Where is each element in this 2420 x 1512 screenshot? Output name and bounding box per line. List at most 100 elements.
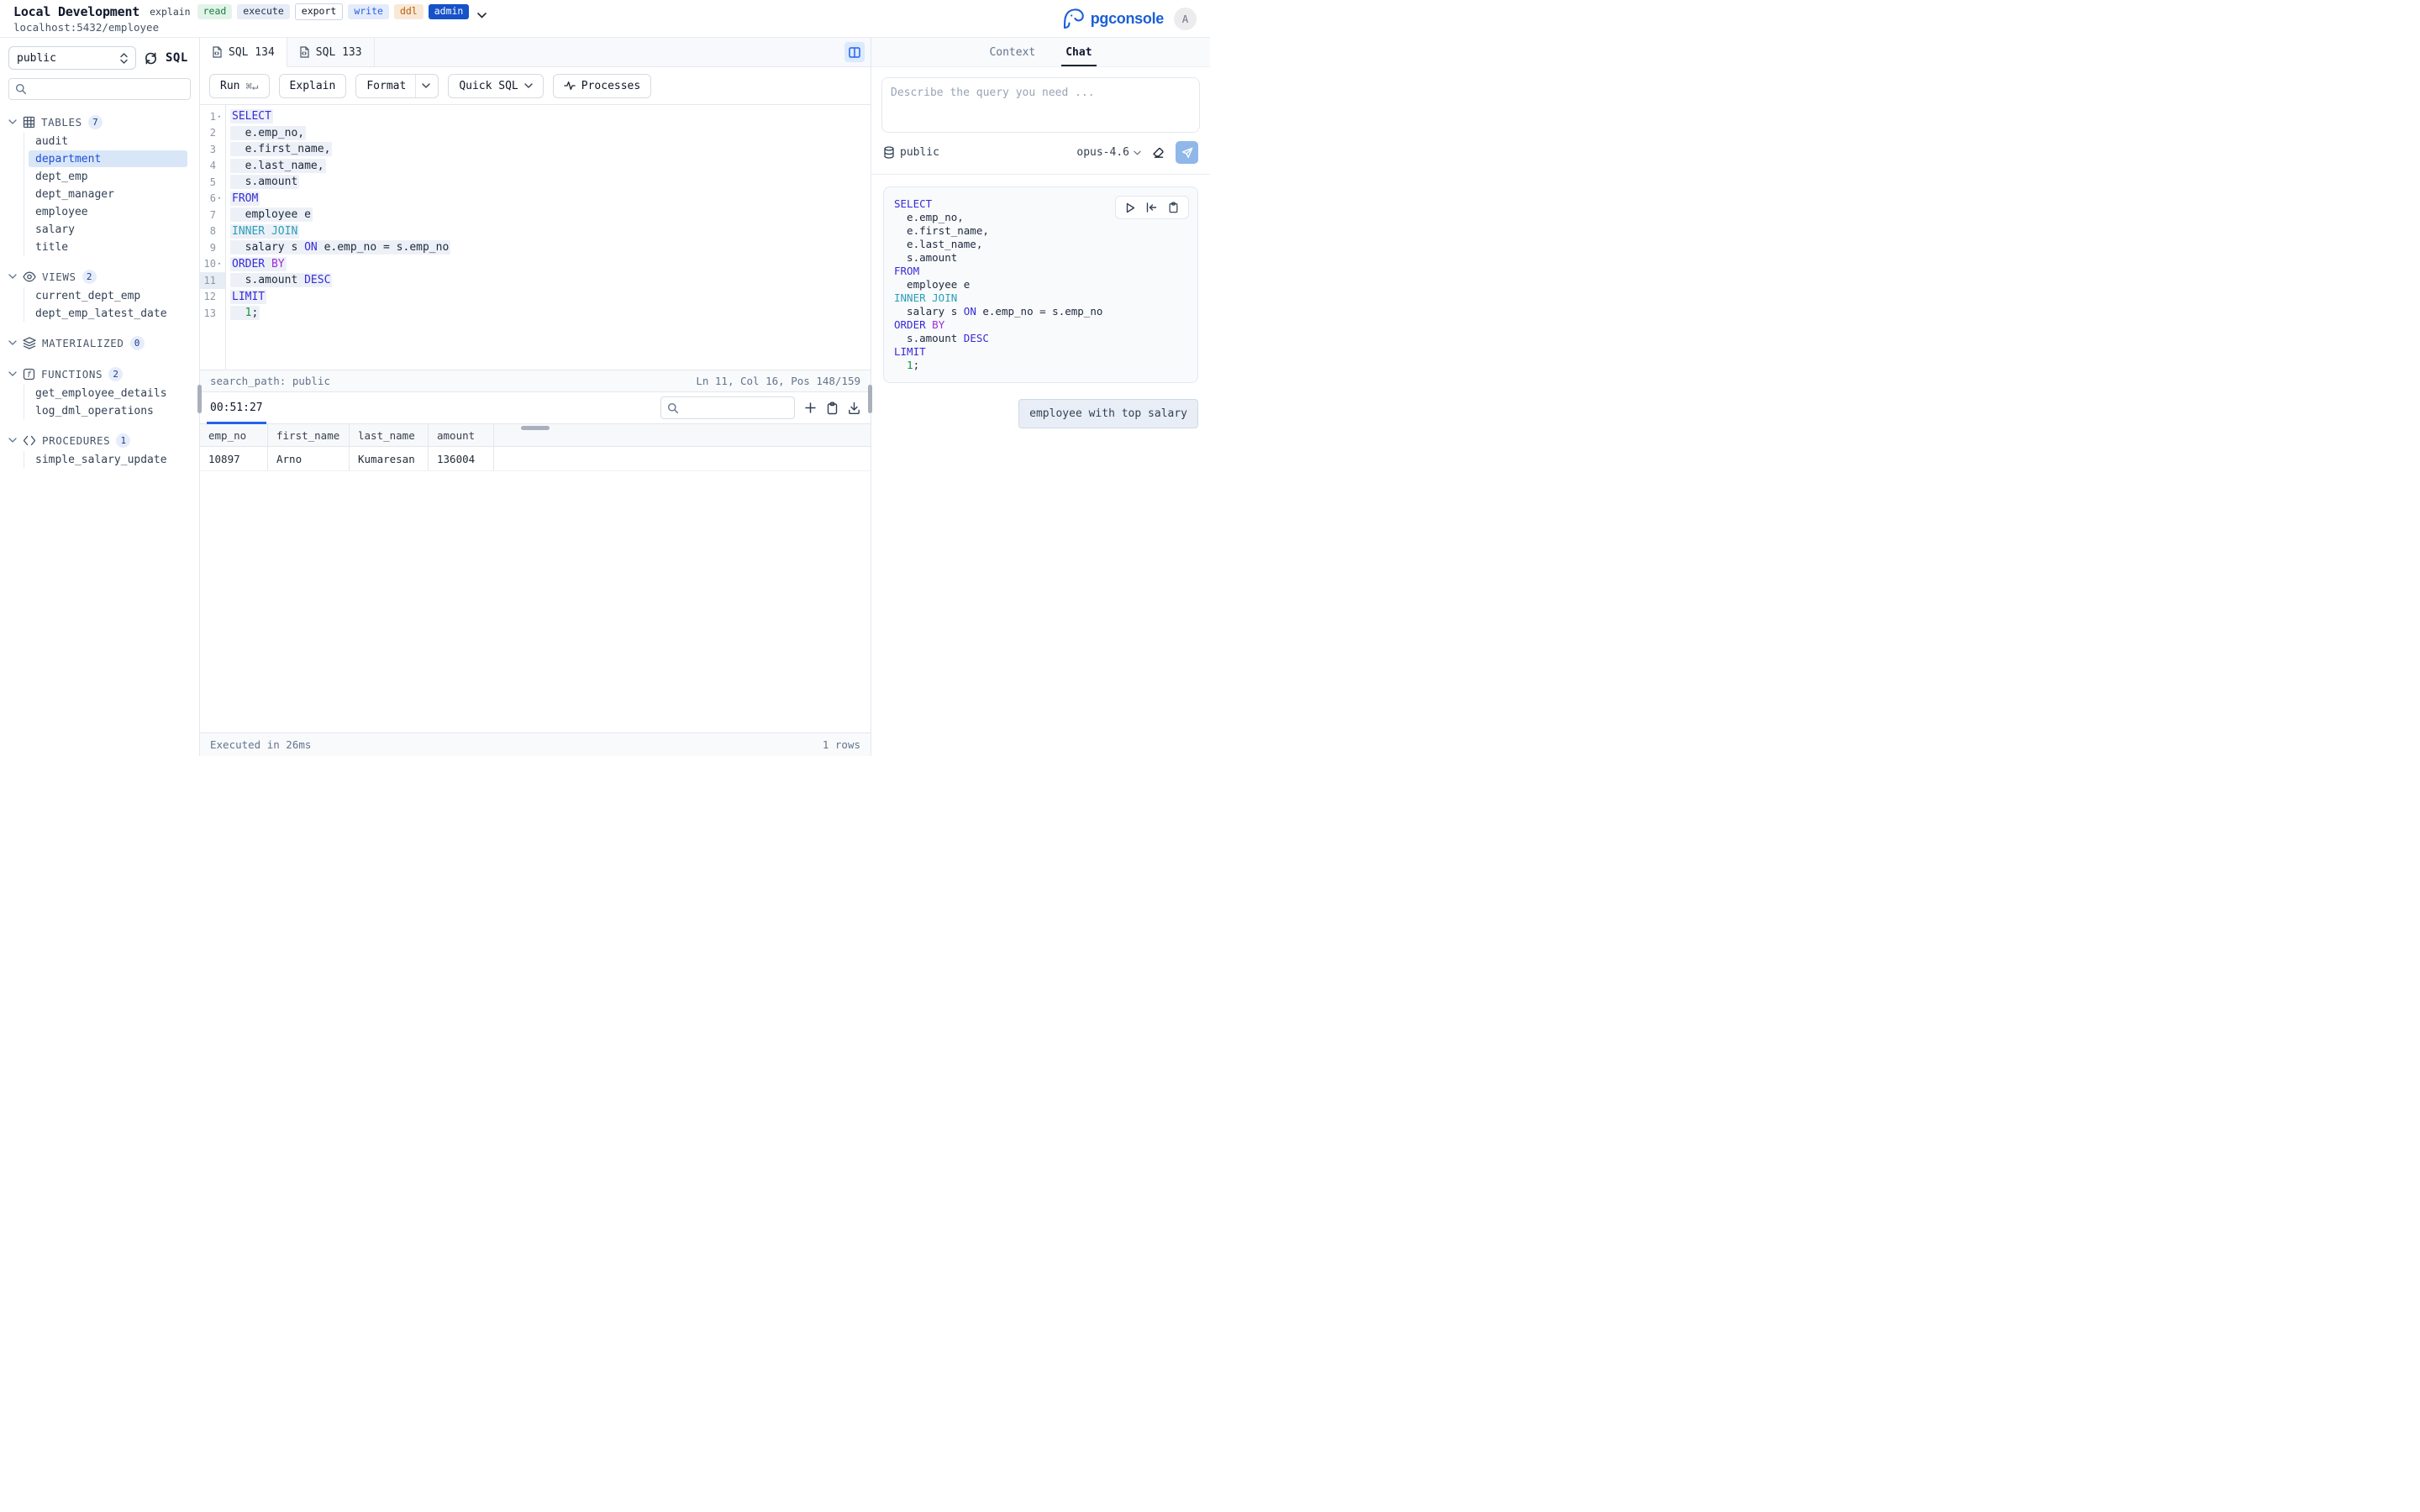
panel-resize-handle[interactable]: [868, 385, 872, 413]
copy-snippet-icon[interactable]: [1168, 202, 1179, 213]
sidebar-item-simple_salary_update[interactable]: simple_salary_update: [29, 451, 187, 468]
sidebar-item-dept_emp_latest_date[interactable]: dept_emp_latest_date: [29, 305, 187, 322]
result-tab-timestamp[interactable]: 00:51:27: [207, 392, 266, 423]
sidebar-item-dept_emp[interactable]: dept_emp: [29, 168, 187, 185]
snippet-line: employee e: [894, 278, 1187, 291]
sql-editor[interactable]: 1▾SELECT2 e.emp_no,3 e.first_name,4 e.la…: [200, 105, 871, 370]
copy-results-icon[interactable]: [826, 402, 839, 415]
format-chevron-down-icon[interactable]: [422, 83, 430, 88]
sidebar-item-department[interactable]: department: [29, 150, 187, 167]
editor-line-10[interactable]: 10▾ORDER BY: [200, 256, 871, 273]
refresh-icon[interactable]: [144, 51, 158, 66]
database-icon: [883, 146, 895, 159]
sidebar-item-audit[interactable]: audit: [29, 133, 187, 150]
section-header-tables[interactable]: TABLES7: [8, 112, 191, 132]
sql-message-toolbar: [1115, 196, 1189, 219]
model-select[interactable]: opus-4.6: [1076, 146, 1141, 159]
sidebar-item-salary[interactable]: salary: [29, 221, 187, 238]
explain-button[interactable]: Explain: [279, 74, 347, 98]
table-row[interactable]: 10897ArnoKumaresan136004: [200, 447, 871, 471]
permission-badge-read[interactable]: read: [197, 4, 233, 20]
editor-line-11[interactable]: 11 s.amount DESC: [200, 272, 871, 289]
column-header-emp_no[interactable]: emp_no: [200, 424, 268, 446]
editor-line-6[interactable]: 6▾FROM: [200, 191, 871, 207]
editor-line-13[interactable]: 13 1;: [200, 305, 871, 322]
sidebar-resize-handle[interactable]: [197, 385, 202, 413]
run-button[interactable]: Run ⌘↵: [209, 74, 270, 98]
fold-arrow-icon[interactable]: ▾: [216, 195, 223, 202]
sidebar-item-employee[interactable]: employee: [29, 203, 187, 220]
token: e.first_name,: [232, 143, 330, 155]
sidebar-item-get_employee_details[interactable]: get_employee_details: [29, 385, 187, 402]
permission-badge-execute[interactable]: execute: [237, 4, 289, 20]
editor-line-2[interactable]: 2 e.emp_no,: [200, 125, 871, 142]
line-code: e.first_name,: [225, 143, 332, 155]
editor-line-9[interactable]: 9 salary s ON e.emp_no = s.emp_no: [200, 239, 871, 256]
editor-line-3[interactable]: 3 e.first_name,: [200, 141, 871, 158]
tab-sql-133[interactable]: SQL 133: [287, 38, 375, 66]
clear-chat-eraser-icon[interactable]: [1151, 145, 1165, 160]
section-header-materialized[interactable]: MATERIALIZED0: [8, 333, 191, 353]
line-number: 7: [210, 209, 216, 221]
tab-chat[interactable]: Chat: [1061, 38, 1096, 66]
tab-context[interactable]: Context: [985, 38, 1039, 66]
processes-label: Processes: [581, 80, 640, 92]
connection-chevron-down-icon[interactable]: [477, 13, 487, 18]
send-message-button[interactable]: [1176, 141, 1198, 164]
chevron-down-icon[interactable]: [8, 438, 17, 443]
editor-line-5[interactable]: 5 s.amount: [200, 174, 871, 191]
format-button[interactable]: Format: [355, 74, 439, 98]
permission-badge-export[interactable]: export: [295, 3, 344, 21]
token: salary s: [894, 305, 964, 318]
download-results-icon[interactable]: [848, 402, 860, 415]
editor-line-1[interactable]: 1▾SELECT: [200, 108, 871, 125]
tab-sql-134[interactable]: SQL 134: [200, 38, 287, 67]
search-path-status: search_path: public: [210, 375, 330, 387]
search-icon: [15, 83, 27, 95]
editor-line-12[interactable]: 12LIMIT: [200, 289, 871, 306]
token: INNER JOIN: [232, 225, 297, 238]
sidebar-item-title[interactable]: title: [29, 239, 187, 255]
editor-line-7[interactable]: 7 employee e: [200, 207, 871, 223]
chat-input[interactable]: Describe the query you need ...: [881, 77, 1200, 133]
section-header-functions[interactable]: fFUNCTIONS2: [8, 364, 191, 384]
column-header-first_name[interactable]: first_name: [268, 424, 350, 446]
permission-badge-admin[interactable]: admin: [429, 4, 470, 20]
results-search-input[interactable]: [660, 396, 795, 419]
sql-mode-label[interactable]: SQL: [166, 51, 188, 65]
editor-line-4[interactable]: 4 e.last_name,: [200, 158, 871, 175]
elephant-logo-icon: [1061, 8, 1086, 29]
permission-badge-write[interactable]: write: [348, 4, 389, 20]
column-header-amount[interactable]: amount: [429, 424, 494, 446]
sidebar-item-dept_manager[interactable]: dept_manager: [29, 186, 187, 202]
permission-badge-ddl[interactable]: ddl: [394, 4, 424, 20]
fold-arrow-icon[interactable]: ▾: [216, 113, 223, 120]
chevron-down-icon[interactable]: [8, 274, 17, 279]
user-avatar[interactable]: A: [1174, 8, 1197, 30]
chat-schema-context[interactable]: public: [883, 146, 939, 159]
results-resize-handle[interactable]: [521, 426, 550, 430]
add-result-tab-icon[interactable]: [804, 402, 817, 414]
column-header-last_name[interactable]: last_name: [350, 424, 429, 446]
cursor-position-status: Ln 11, Col 16, Pos 148/159: [696, 375, 860, 387]
split-panel-icon[interactable]: [844, 42, 865, 62]
sidebar-item-log_dml_operations[interactable]: log_dml_operations: [29, 402, 187, 419]
chat-messages: SELECT e.emp_no, e.first_name, e.last_na…: [871, 175, 1210, 756]
section-tables: TABLES7auditdepartmentdept_empdept_manag…: [8, 112, 191, 255]
sidebar-search-input[interactable]: [8, 78, 191, 100]
chat-meta-row: public opus-4.6: [871, 133, 1210, 175]
chevron-down-icon[interactable]: [8, 371, 17, 376]
chevron-down-icon[interactable]: [8, 119, 17, 124]
schema-select[interactable]: public: [8, 46, 136, 70]
editor-line-8[interactable]: 8INNER JOIN: [200, 223, 871, 240]
insert-to-editor-icon[interactable]: [1146, 202, 1157, 213]
section-header-views[interactable]: VIEWS2: [8, 266, 191, 286]
sidebar-item-current_dept_emp[interactable]: current_dept_emp: [29, 287, 187, 304]
run-snippet-play-icon[interactable]: [1125, 202, 1135, 213]
section-header-procedures[interactable]: PROCEDURES1: [8, 430, 191, 450]
processes-button[interactable]: Processes: [553, 74, 651, 98]
token: employee e: [894, 278, 970, 291]
quick-sql-button[interactable]: Quick SQL: [448, 74, 543, 98]
fold-arrow-icon[interactable]: ▾: [216, 260, 223, 267]
chevron-down-icon[interactable]: [8, 340, 17, 345]
